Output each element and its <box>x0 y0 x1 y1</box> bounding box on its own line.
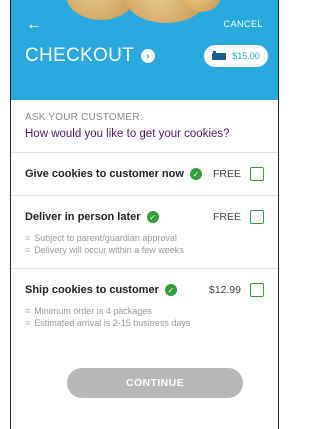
option-note: Subject to parent/guardian approval <box>25 232 264 244</box>
delivery-question: How would you like to get your cookies? <box>25 128 230 140</box>
checkout-content: ASK YOUR CUSTOMER: How would you like to… <box>11 112 278 329</box>
option-title: Give cookies to customer now <box>25 168 184 180</box>
option-price: FREE <box>212 168 241 180</box>
option-title: Ship cookies to customer <box>25 284 159 296</box>
option-notes: Subject to parent/guardian approval Deli… <box>25 232 264 256</box>
option-row: Deliver in person later ✓ FREE <box>25 210 264 224</box>
checkout-header: ← CANCEL CHECKOUT › $15.00 <box>11 0 278 100</box>
option-checkbox[interactable] <box>250 167 264 181</box>
option-deliver-later[interactable]: Deliver in person later ✓ FREE Subject t… <box>25 196 264 256</box>
check-circle-icon: ✓ <box>146 211 159 223</box>
cart-total: $15.00 <box>232 51 260 61</box>
option-checkbox[interactable] <box>250 210 264 224</box>
option-title: Deliver in person later <box>25 211 141 223</box>
cookie-image <box>66 0 136 20</box>
option-note: Estimated arrival is 2-15 business days <box>25 317 264 329</box>
option-price: $12.99 <box>208 284 241 296</box>
option-note: Minimum order is 4 packages <box>25 305 264 317</box>
page-title: CHECKOUT › <box>25 45 156 67</box>
option-checkbox[interactable] <box>250 283 264 297</box>
arrow-left-icon[interactable]: ← <box>26 17 42 33</box>
cancel-button[interactable]: CANCEL <box>223 19 263 29</box>
check-circle-icon: ✓ <box>164 284 177 296</box>
checkout-screen: ← CANCEL CHECKOUT › $15.00 ASK YOUR CUST… <box>10 0 279 429</box>
option-price: FREE <box>212 211 241 223</box>
info-icon[interactable]: › <box>141 49 156 63</box>
page-title-text: CHECKOUT <box>25 45 135 66</box>
option-note: Delivery will occur within a few weeks <box>25 244 264 256</box>
ask-label: ASK YOUR CUSTOMER: <box>25 112 143 123</box>
option-ship[interactable]: Ship cookies to customer ✓ $12.99 Minimu… <box>25 269 264 329</box>
option-give-now[interactable]: Give cookies to customer now ✓ FREE <box>25 153 264 181</box>
continue-button[interactable]: CONTINUE <box>67 368 243 398</box>
check-circle-icon: ✓ <box>189 168 202 180</box>
option-row: Ship cookies to customer ✓ $12.99 <box>25 283 264 297</box>
cart-icon <box>212 51 227 61</box>
option-row: Give cookies to customer now ✓ FREE <box>25 167 264 181</box>
cart-total-button[interactable]: $15.00 <box>204 45 268 67</box>
option-notes: Minimum order is 4 packages Estimated ar… <box>25 305 264 329</box>
